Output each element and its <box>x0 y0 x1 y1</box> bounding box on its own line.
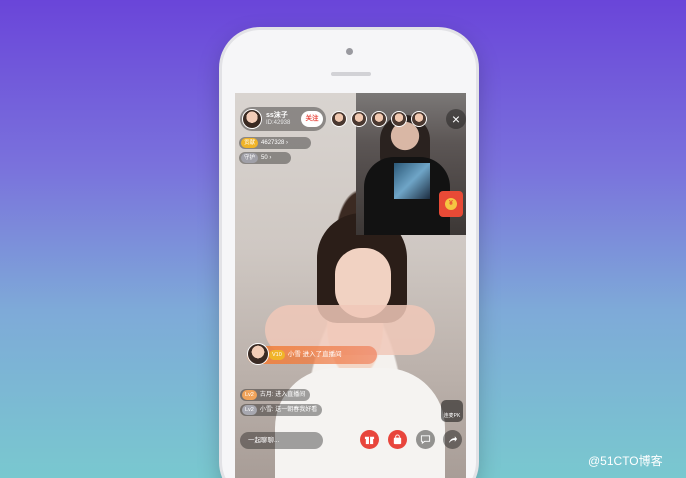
chat-input[interactable]: 一起聊聊... <box>240 432 323 449</box>
viewer-avatar[interactable] <box>391 111 407 127</box>
host-info-card[interactable]: ss沫子 ID:42938 关注 <box>240 107 326 131</box>
chat-text: 小雪: 送一朝春我好看 <box>259 407 318 413</box>
viewer-avatar[interactable] <box>411 111 427 127</box>
follow-button[interactable]: 关注 <box>301 111 323 127</box>
host-id: ID:42938 <box>266 120 291 126</box>
guard-pill[interactable]: 守护 50 › <box>239 152 291 164</box>
pk-link-label: 连麦PK <box>443 413 461 419</box>
broadcaster-shirt <box>275 368 445 478</box>
guard-tag: 守护 <box>241 153 259 163</box>
viewer-avatar[interactable] <box>331 111 347 127</box>
red-packet-icon: ¥ <box>445 198 457 210</box>
vip-badge: V10 <box>269 350 285 360</box>
shopping-bag-icon[interactable] <box>388 430 407 449</box>
message-icon[interactable] <box>416 430 435 449</box>
host-name: ss沫子 <box>266 112 288 119</box>
pk-link-button[interactable]: 连麦PK <box>441 400 463 422</box>
contribution-pill[interactable]: 贡献 4627328 › <box>239 137 311 149</box>
live-stream-screen: ¥ ss沫子 ID:42938 关注 × 贡献 4627328 › 守护 50 › … <box>235 93 466 478</box>
gift-icon[interactable] <box>360 430 379 449</box>
chevron-right-icon: › <box>269 155 272 161</box>
host-avatar[interactable] <box>242 109 262 129</box>
contribution-value: 4627328 <box>261 140 285 146</box>
front-camera <box>346 48 353 55</box>
watermark: @51CTO博客 <box>588 454 663 468</box>
enter-notification: V10 小雪 进入了直播间 <box>247 343 377 365</box>
avatar <box>247 343 269 365</box>
earpiece-speaker <box>331 72 371 76</box>
chat-message: Lv2 小雪: 送一朝春我好看 <box>240 404 323 416</box>
guard-value: 50 <box>261 155 268 161</box>
chat-text: 古月: 进入直播间 <box>259 392 306 398</box>
pk-shirt-print <box>394 163 430 199</box>
level-badge: Lv2 <box>242 390 257 400</box>
chat-message: Lv2 古月: 进入直播间 <box>240 389 311 401</box>
viewer-avatar[interactable] <box>351 111 367 127</box>
chevron-right-icon: › <box>286 140 289 146</box>
contribution-tag: 贡献 <box>241 138 259 148</box>
close-icon[interactable]: × <box>446 109 466 129</box>
share-icon[interactable] <box>443 430 462 449</box>
level-badge: Lv2 <box>242 405 257 415</box>
viewer-avatar[interactable] <box>371 111 387 127</box>
red-packet-button[interactable]: ¥ <box>439 191 463 217</box>
enter-text: 小雪 进入了直播间 <box>287 351 342 358</box>
